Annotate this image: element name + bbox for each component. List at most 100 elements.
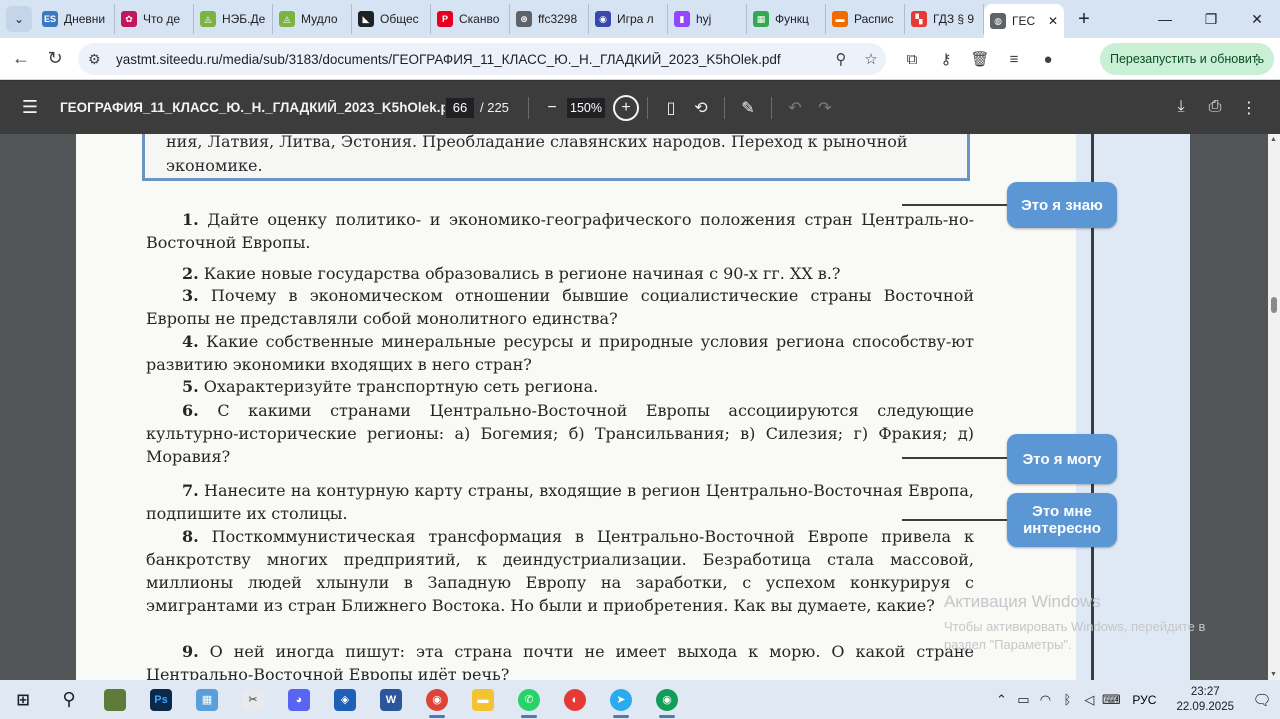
tab[interactable]: ▮ hyj	[668, 4, 747, 34]
site-info-icon[interactable]: ⚙	[88, 51, 110, 68]
zoom-input[interactable]: 150%	[567, 97, 605, 118]
extensions-icon[interactable]: ⧉	[895, 51, 929, 68]
url-text[interactable]: yastmt.siteedu.ru/media/sub/3183/documen…	[116, 52, 826, 67]
close-window-button[interactable]: ✕	[1234, 0, 1280, 38]
twitch-icon: ▮	[674, 11, 690, 27]
whatsapp-button[interactable]: ✆	[506, 680, 552, 719]
keyboard-icon[interactable]: ⌨	[1100, 692, 1122, 708]
openai-icon: ⊛	[516, 11, 532, 27]
whatsapp-icon: ✆	[518, 688, 540, 711]
clock[interactable]: 23:27 22.09.2025	[1176, 685, 1234, 715]
moodle-icon: ◬	[279, 11, 295, 27]
app-icon: ◐	[564, 688, 586, 711]
chevron-up-icon[interactable]: ⌃	[990, 692, 1012, 708]
minimize-button[interactable]: —	[1142, 0, 1188, 38]
annotate-icon[interactable]: ✎	[733, 98, 763, 118]
divider	[647, 96, 648, 119]
search-button[interactable]: ⚲	[46, 680, 92, 719]
photoshop-button[interactable]: Ps	[138, 680, 184, 719]
control-panel-button[interactable]: ▦	[184, 680, 230, 719]
explorer-button[interactable]: ▬	[460, 680, 506, 719]
word-button[interactable]: W	[368, 680, 414, 719]
redo-icon[interactable]: ↷	[810, 98, 840, 118]
tab[interactable]: ◣ Общес	[352, 4, 431, 34]
question-number: 8.	[182, 527, 199, 546]
notifications-icon[interactable]: 🗨	[1244, 691, 1280, 709]
language-indicator[interactable]: РУС	[1132, 693, 1156, 707]
chrome-button[interactable]: ◉	[414, 680, 460, 719]
relaunch-button[interactable]: Перезапустить и обновить ⋮	[1100, 43, 1274, 75]
snipping-button[interactable]: ✂	[230, 680, 276, 719]
security-button[interactable]: ◈	[322, 680, 368, 719]
pill-know: Это я знаю	[1007, 182, 1117, 228]
back-button[interactable]: ←	[4, 42, 38, 76]
download-icon[interactable]: ⤓	[1164, 98, 1198, 118]
close-tab-icon[interactable]: ✕	[1048, 14, 1058, 28]
scrollbar-thumb[interactable]	[1271, 297, 1277, 313]
new-tab-button[interactable]: +	[1070, 5, 1098, 33]
zoom-in-icon[interactable]: +	[613, 94, 639, 121]
tab[interactable]: ▦ Функц	[747, 4, 826, 34]
more-options-icon[interactable]: ⋮	[1232, 98, 1266, 118]
page-input[interactable]: 66	[446, 97, 474, 118]
browser-toolbar: ← ↻ ⚙ yastmt.siteedu.ru/media/sub/3183/d…	[0, 38, 1280, 80]
bookmark-star-icon[interactable]: ☆	[856, 50, 886, 68]
question-text: Нанесите на контурную карту страны, вход…	[146, 481, 974, 523]
globe-icon: ◍	[990, 13, 1006, 29]
start-button[interactable]: ⊞	[0, 680, 46, 719]
tab-title: Функц	[775, 12, 809, 26]
discord-button[interactable]: ◕	[276, 680, 322, 719]
minecraft-button[interactable]	[92, 680, 138, 719]
window-controls: — ❐ ✕	[1142, 0, 1280, 38]
telegram-button[interactable]: ➤	[598, 680, 644, 719]
question-number: 5.	[182, 377, 199, 396]
tab[interactable]: ES Дневни	[36, 4, 115, 34]
tab[interactable]: ◉ Игра л	[589, 4, 668, 34]
tab[interactable]: P Сканво	[431, 4, 510, 34]
tab[interactable]: ◬ Мудло	[273, 4, 352, 34]
pill-can: Это я могу	[1007, 434, 1117, 484]
pdf-viewer[interactable]: ния, Латвия, Литва, Эстония. Преобладани…	[0, 134, 1268, 680]
media-icon[interactable]: ≡	[997, 51, 1031, 68]
bluetooth-icon[interactable]: ᛒ	[1056, 692, 1078, 707]
chrome-profile-button[interactable]: ◉	[644, 680, 690, 719]
scroll-down-icon[interactable]: ▼	[1270, 671, 1277, 678]
question-item: 6. С какими странами Центрально-Восточно…	[146, 399, 974, 468]
relaunch-label: Перезапустить и обновить	[1110, 52, 1265, 66]
vertical-scrollbar[interactable]: ▲ ▼	[1268, 134, 1280, 680]
tab[interactable]: ◬ НЭБ.Де	[194, 4, 273, 34]
tab[interactable]: ⊛ ffc3298	[510, 4, 589, 34]
question-number: 7.	[182, 481, 199, 500]
es-icon: ES	[42, 11, 58, 27]
rotate-icon[interactable]: ⟲	[686, 98, 716, 118]
zoom-icon[interactable]: ⚲	[826, 50, 856, 68]
scroll-up-icon[interactable]: ▲	[1270, 136, 1277, 143]
battery-icon[interactable]: ▭	[1012, 692, 1034, 708]
fit-page-icon[interactable]: ▯	[656, 98, 686, 118]
zoom-out-icon[interactable]: −	[537, 99, 567, 117]
tab[interactable]: ✿ Что де	[115, 4, 194, 34]
tab-active[interactable]: ◍ ГЕС ✕	[984, 4, 1064, 38]
password-key-icon[interactable]: ⚷	[929, 50, 963, 68]
question-text: Почему в экономическом отношении бывшие …	[146, 286, 974, 328]
tab-title: НЭБ.Де	[222, 12, 266, 26]
tab[interactable]: ▬ Распис	[826, 4, 905, 34]
menu-dots-icon[interactable]: ⋮	[1250, 51, 1264, 68]
activation-line1: Чтобы активировать Windows, перейдите в	[944, 619, 1206, 634]
reload-button[interactable]: ↻	[38, 42, 72, 76]
tab[interactable]: ▚ ГДЗ § 9	[905, 4, 984, 34]
wifi-icon[interactable]: ◠	[1034, 692, 1056, 708]
pdf-title: ГЕОГРАФИЯ_11_КЛАСС_Ю._Н._ГЛАДКИЙ_2023_K5…	[60, 100, 445, 115]
menu-icon[interactable]: ☰	[0, 97, 60, 118]
maximize-button[interactable]: ❐	[1188, 0, 1234, 38]
undo-icon[interactable]: ↶	[780, 98, 810, 118]
address-bar[interactable]: ⚙ yastmt.siteedu.ru/media/sub/3183/docum…	[78, 43, 886, 75]
tab-search-button[interactable]: ⌄	[6, 6, 32, 32]
volume-icon[interactable]: ◁	[1078, 692, 1100, 708]
trash-icon[interactable]: 🗑	[963, 50, 997, 68]
profile-icon[interactable]: ●	[1031, 51, 1065, 68]
app-button[interactable]: ◐	[552, 680, 598, 719]
bookmark-icon: ◣	[358, 11, 374, 27]
print-icon[interactable]: ⎙	[1198, 98, 1232, 118]
taskbar: ⊞ ⚲ Ps ▦ ✂ ◕ ◈ W ◉ ▬ ✆ ◐ ➤ ◉ ⌃ ▭ ◠ ᛒ ◁ ⌨…	[0, 680, 1280, 719]
